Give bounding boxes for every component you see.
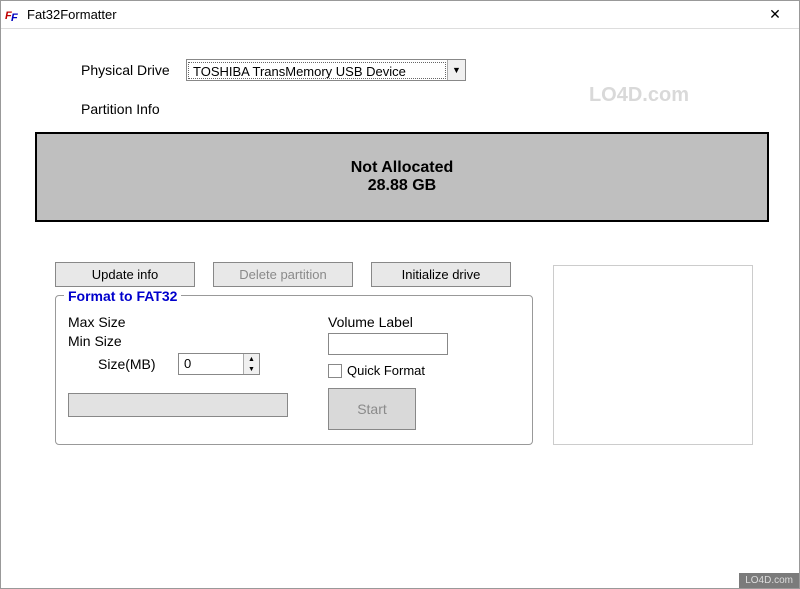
update-info-button[interactable]: Update info — [55, 262, 195, 287]
format-panel: Format to FAT32 Max Size Min Size Size(M… — [55, 295, 533, 445]
volume-label-label: Volume Label — [328, 314, 520, 330]
side-panel — [553, 265, 753, 445]
initialize-drive-button[interactable]: Initialize drive — [371, 262, 511, 287]
close-icon: ✕ — [769, 6, 781, 23]
partition-size: 28.88 GB — [368, 177, 436, 195]
size-spinner[interactable]: 0 ▲ ▼ — [178, 353, 260, 375]
svg-text:F: F — [11, 12, 18, 23]
titlebar: F F Fat32Formatter ✕ — [1, 1, 799, 29]
quick-format-label: Quick Format — [347, 363, 425, 378]
dropdown-selected: TOSHIBA TransMemory USB Device — [188, 62, 446, 79]
physical-drive-dropdown[interactable]: TOSHIBA TransMemory USB Device ▼ — [186, 59, 466, 81]
drive-row: Physical Drive TOSHIBA TransMemory USB D… — [81, 59, 769, 81]
max-size-label: Max Size — [68, 314, 328, 330]
size-mb-label: Size(MB) — [98, 356, 178, 372]
delete-partition-button: Delete partition — [213, 262, 353, 287]
progress-bar — [68, 393, 288, 417]
partition-status: Not Allocated — [351, 159, 454, 177]
partition-display[interactable]: Not Allocated 28.88 GB — [35, 132, 769, 222]
size-value: 0 — [179, 354, 243, 374]
partition-info-label: Partition Info — [81, 101, 769, 117]
chevron-down-icon: ▼ — [447, 60, 465, 80]
volume-label-input[interactable] — [328, 333, 448, 355]
watermark-bottom: LO4D.com — [739, 573, 799, 588]
start-button: Start — [328, 388, 416, 430]
close-button[interactable]: ✕ — [755, 2, 795, 28]
bottom-container: Format to FAT32 Max Size Min Size Size(M… — [55, 295, 769, 445]
spinner-down-icon[interactable]: ▼ — [244, 364, 259, 374]
spinner-up-icon[interactable]: ▲ — [244, 354, 259, 364]
app-icon: F F — [5, 7, 21, 23]
physical-drive-label: Physical Drive — [81, 62, 186, 78]
format-panel-title: Format to FAT32 — [64, 288, 181, 304]
quick-format-checkbox[interactable] — [328, 364, 342, 378]
content-area: LO4D.com Physical Drive TOSHIBA TransMem… — [1, 29, 799, 588]
min-size-label: Min Size — [68, 333, 328, 349]
window-title: Fat32Formatter — [27, 7, 755, 22]
app-window: F F Fat32Formatter ✕ LO4D.com Physical D… — [0, 0, 800, 589]
